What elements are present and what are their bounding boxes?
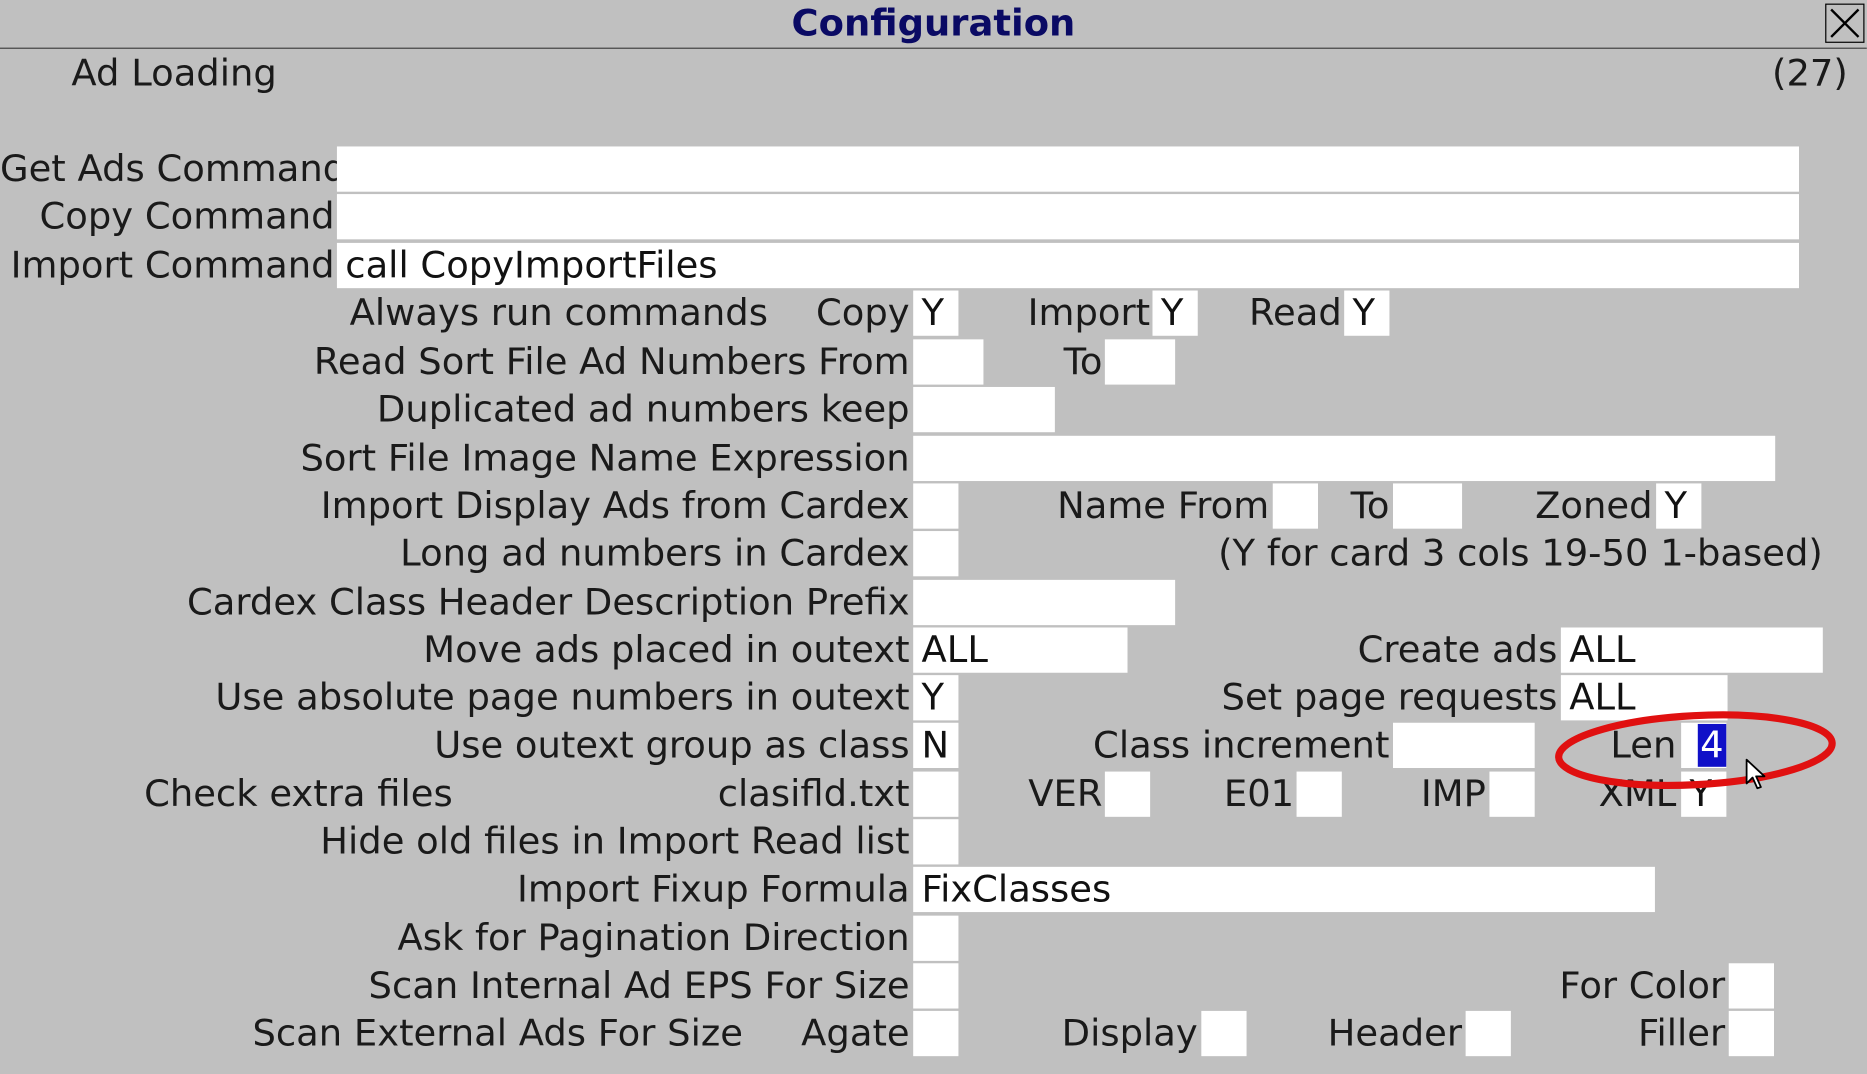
- read-sort-from-input[interactable]: [913, 339, 984, 385]
- header-input[interactable]: [1465, 1010, 1511, 1057]
- for-color-label: For Color: [1559, 964, 1726, 1008]
- move-ads-input[interactable]: ALL: [913, 627, 1128, 673]
- copy-command-input[interactable]: [336, 194, 1799, 240]
- long-ad-label: Long ad numbers in Cardex: [400, 532, 910, 576]
- always-run-read-input[interactable]: Y: [1344, 290, 1390, 336]
- section-title: Ad Loading: [71, 52, 277, 96]
- outext-group-label: Use outext group as class: [434, 723, 910, 767]
- cardex-prefix-label: Cardex Class Header Description Prefix: [186, 581, 910, 624]
- import-display-label: Import Display Ads from Cardex: [320, 484, 910, 528]
- import-command-input[interactable]: call CopyImportFiles: [336, 242, 1799, 289]
- len-label: Len: [1610, 723, 1677, 767]
- get-ads-command-label: Get Ads Command: [0, 147, 347, 191]
- dup-keep-input[interactable]: [913, 386, 1055, 433]
- agate-label: Agate: [801, 1012, 910, 1055]
- zoned-label: Zoned: [1535, 484, 1653, 528]
- pagination-input[interactable]: [913, 915, 959, 961]
- read-sort-label: Read Sort File Ad Numbers From: [313, 340, 910, 384]
- clasifld-input[interactable]: [913, 771, 959, 817]
- read-sort-to-label: To: [1063, 340, 1103, 384]
- copy-command-label: Copy Command: [39, 195, 335, 239]
- screen-number: (27): [1772, 52, 1848, 96]
- dup-keep-label: Duplicated ad numbers keep: [376, 388, 910, 432]
- create-ads-input[interactable]: ALL: [1560, 627, 1823, 673]
- pagination-label: Ask for Pagination Direction: [397, 916, 910, 960]
- fixup-label: Import Fixup Formula: [516, 868, 910, 911]
- window-title: Configuration: [791, 2, 1076, 46]
- e01-input[interactable]: [1296, 771, 1342, 817]
- ver-label: VER: [1028, 772, 1103, 816]
- title-bar: Configuration: [0, 0, 1867, 49]
- name-from-label: Name From: [1057, 484, 1270, 528]
- abs-page-input[interactable]: Y: [913, 675, 959, 721]
- set-page-label: Set page requests: [1221, 676, 1558, 720]
- name-to-label: To: [1350, 484, 1390, 528]
- read-sort-to-input[interactable]: [1104, 339, 1176, 385]
- mouse-pointer-icon: [1745, 758, 1766, 790]
- filler-label: Filler: [1637, 1012, 1726, 1055]
- scan-internal-input[interactable]: [913, 963, 959, 1009]
- imp-label: IMP: [1420, 772, 1486, 816]
- close-button[interactable]: [1825, 3, 1865, 43]
- always-run-copy-label: Copy: [815, 291, 910, 335]
- set-page-input[interactable]: ALL: [1560, 675, 1728, 721]
- clasifld-label: clasifld.txt: [717, 772, 910, 816]
- move-ads-label: Move ads placed in outext: [423, 628, 910, 672]
- close-x-icon: [1830, 8, 1860, 38]
- import-command-label: Import Command: [10, 244, 335, 287]
- class-increment-label: Class increment: [1093, 723, 1390, 767]
- hide-old-label: Hide old files in Import Read list: [320, 820, 910, 864]
- always-run-import-input[interactable]: Y: [1152, 290, 1198, 336]
- outext-group-input[interactable]: N: [913, 722, 959, 769]
- imp-input[interactable]: [1489, 771, 1535, 817]
- long-ad-note: (Y for card 3 cols 19-50 1-based): [1218, 532, 1823, 576]
- scan-internal-label: Scan Internal Ad EPS For Size: [368, 964, 910, 1008]
- cardex-prefix-input[interactable]: [913, 579, 1176, 626]
- len-selected-text: 4: [1697, 723, 1727, 767]
- filler-input[interactable]: [1728, 1010, 1774, 1057]
- name-to-input[interactable]: [1393, 483, 1463, 529]
- always-run-label: Always run commands: [349, 291, 768, 335]
- ver-input[interactable]: [1104, 771, 1151, 817]
- always-run-import-label: Import: [1027, 291, 1151, 335]
- abs-page-label: Use absolute page numbers in outext: [215, 676, 910, 720]
- hide-old-input[interactable]: [913, 819, 959, 865]
- sort-image-label: Sort File Image Name Expression: [300, 436, 910, 480]
- import-display-input[interactable]: [913, 483, 959, 529]
- e01-label: E01: [1223, 772, 1295, 816]
- config-window: Configuration Ad Loading (27) Get Ads Co…: [0, 0, 1867, 1074]
- display-input[interactable]: [1201, 1010, 1247, 1057]
- class-increment-input[interactable]: [1393, 722, 1535, 769]
- scan-external-label: Scan External Ads For Size: [252, 1012, 743, 1055]
- name-from-input[interactable]: [1272, 483, 1318, 529]
- xml-input[interactable]: Y: [1681, 771, 1727, 817]
- for-color-input[interactable]: [1728, 963, 1774, 1009]
- xml-label: XML: [1598, 772, 1677, 816]
- get-ads-command-input[interactable]: [336, 146, 1799, 192]
- display-label: Display: [1061, 1012, 1198, 1055]
- agate-input[interactable]: [913, 1010, 959, 1057]
- always-run-read-label: Read: [1249, 291, 1342, 335]
- fixup-input[interactable]: FixClasses: [913, 866, 1655, 913]
- header-label: Header: [1327, 1012, 1463, 1055]
- always-run-copy-input[interactable]: Y: [913, 290, 959, 336]
- len-input[interactable]: 4: [1681, 722, 1727, 769]
- zoned-input[interactable]: Y: [1656, 483, 1702, 529]
- sort-image-input[interactable]: [913, 435, 1776, 482]
- check-extra-label: Check extra files: [144, 772, 453, 816]
- create-ads-label: Create ads: [1357, 628, 1558, 672]
- long-ad-input[interactable]: [913, 531, 959, 577]
